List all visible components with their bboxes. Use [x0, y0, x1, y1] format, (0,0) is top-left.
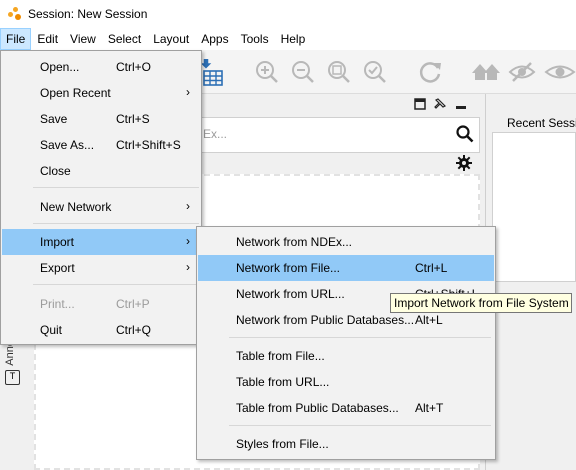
menu-item-label: Import: [40, 235, 75, 249]
import-table-icon[interactable]: [200, 59, 224, 89]
minimize-panel-icon[interactable]: [454, 98, 468, 110]
menu-item-export[interactable]: Export ›: [2, 255, 200, 281]
recent-sessions-title: Recent Sessions: [507, 116, 576, 130]
tooltip: Import Network from File System: [390, 293, 572, 313]
submenu-item-label: Styles from File...: [236, 437, 329, 451]
submenu-item-label: Table from Public Databases...: [236, 401, 399, 415]
app-logo-icon: [8, 7, 22, 21]
title-bar: Session: New Session: [0, 0, 576, 28]
menu-item-label: Open Recent: [40, 86, 111, 100]
menu-apps[interactable]: Apps: [195, 28, 234, 50]
submenu-item-shortcut: Ctrl+L: [415, 261, 448, 275]
submenu-arrow-icon: ›: [186, 85, 190, 99]
menu-item-open[interactable]: Open... Ctrl+O: [2, 54, 200, 80]
submenu-item-shortcut: Alt+T: [415, 401, 444, 415]
menu-view[interactable]: View: [64, 28, 102, 50]
menu-item-label: Export: [40, 261, 75, 275]
menu-item-shortcut: Ctrl+P: [116, 297, 150, 311]
recent-sessions-list[interactable]: [492, 132, 576, 282]
float-panel-icon[interactable]: [414, 98, 426, 110]
home-network-icon[interactable]: [470, 59, 504, 85]
menu-item-label: Print...: [40, 297, 75, 311]
menu-item-new-network[interactable]: New Network ›: [2, 194, 200, 220]
menu-item-save[interactable]: Save Ctrl+S: [2, 106, 200, 132]
import-submenu: Network from NDEx... Network from File..…: [196, 226, 496, 460]
menu-file[interactable]: File: [0, 28, 32, 50]
search-icon[interactable]: [456, 125, 474, 143]
menu-edit[interactable]: Edit: [31, 28, 64, 50]
submenu-item-shortcut: Alt+L: [415, 313, 443, 327]
menu-separator: [33, 223, 199, 224]
menu-item-print: Print... Ctrl+P: [2, 291, 200, 317]
menu-item-open-recent[interactable]: Open Recent ›: [2, 80, 200, 106]
submenu-arrow-icon: ›: [186, 260, 190, 274]
submenu-item-label: Network from Public Databases...: [236, 313, 415, 327]
zoom-fit-icon[interactable]: [326, 59, 352, 85]
menu-item-label: Quit: [40, 323, 63, 337]
submenu-item-label: Table from File...: [236, 349, 325, 363]
refresh-icon[interactable]: [418, 59, 444, 85]
zoom-selected-icon[interactable]: [362, 59, 388, 85]
menu-separator: [33, 187, 199, 188]
zoom-out-icon[interactable]: [290, 59, 316, 85]
menu-item-quit[interactable]: Quit Ctrl+Q: [2, 317, 200, 343]
menu-item-close[interactable]: Close: [2, 158, 200, 184]
menu-item-label: New Network: [40, 200, 112, 214]
submenu-item-label: Network from URL...: [236, 287, 345, 301]
window-title: Session: New Session: [28, 7, 148, 21]
file-menu: Open... Ctrl+O Open Recent › Save Ctrl+S…: [0, 50, 202, 345]
submenu-item-network-ndex[interactable]: Network from NDEx...: [198, 229, 494, 255]
menu-item-shortcut: Ctrl+Shift+S: [116, 138, 181, 152]
submenu-item-network-file[interactable]: Network from File... Ctrl+L: [198, 255, 494, 281]
menu-item-shortcut: Ctrl+O: [116, 60, 152, 74]
menu-bar: File Edit View Select Layout Apps Tools …: [0, 28, 576, 50]
submenu-item-label: Table from URL...: [236, 375, 330, 389]
submenu-item-table-url[interactable]: Table from URL...: [198, 369, 494, 395]
submenu-arrow-icon: ›: [186, 199, 190, 213]
panel-header-controls: [414, 98, 468, 110]
menu-item-label: Open...: [40, 60, 80, 74]
submenu-item-styles-file[interactable]: Styles from File...: [198, 431, 494, 457]
gear-icon[interactable]: [456, 155, 472, 171]
submenu-item-label: Network from File...: [236, 261, 341, 275]
submenu-item-table-file[interactable]: Table from File...: [198, 343, 494, 369]
menu-select[interactable]: Select: [102, 28, 147, 50]
annotation-icon[interactable]: T: [5, 370, 20, 385]
menu-separator: [229, 425, 491, 426]
menu-item-label: Close: [40, 164, 71, 178]
menu-item-label: Save: [40, 112, 68, 126]
submenu-item-label: Network from NDEx...: [236, 235, 353, 249]
hide-icon[interactable]: [508, 59, 536, 85]
menu-item-label: Save As...: [40, 138, 95, 152]
zoom-in-icon[interactable]: [254, 59, 280, 85]
menu-item-shortcut: Ctrl+S: [116, 112, 150, 126]
menu-help[interactable]: Help: [275, 28, 312, 50]
menu-separator: [33, 284, 199, 285]
menu-layout[interactable]: Layout: [147, 28, 195, 50]
menu-item-import[interactable]: Import ›: [2, 229, 200, 255]
search-placeholder: Ex...: [203, 127, 228, 141]
submenu-arrow-icon: ›: [186, 234, 190, 248]
show-icon[interactable]: [544, 59, 576, 85]
menu-separator: [229, 337, 491, 338]
submenu-item-table-public-db[interactable]: Table from Public Databases... Alt+T: [198, 395, 494, 421]
menu-item-save-as[interactable]: Save As... Ctrl+Shift+S: [2, 132, 200, 158]
pin-icon[interactable]: [434, 98, 446, 110]
menu-tools[interactable]: Tools: [235, 28, 275, 50]
menu-item-shortcut: Ctrl+Q: [116, 323, 152, 337]
